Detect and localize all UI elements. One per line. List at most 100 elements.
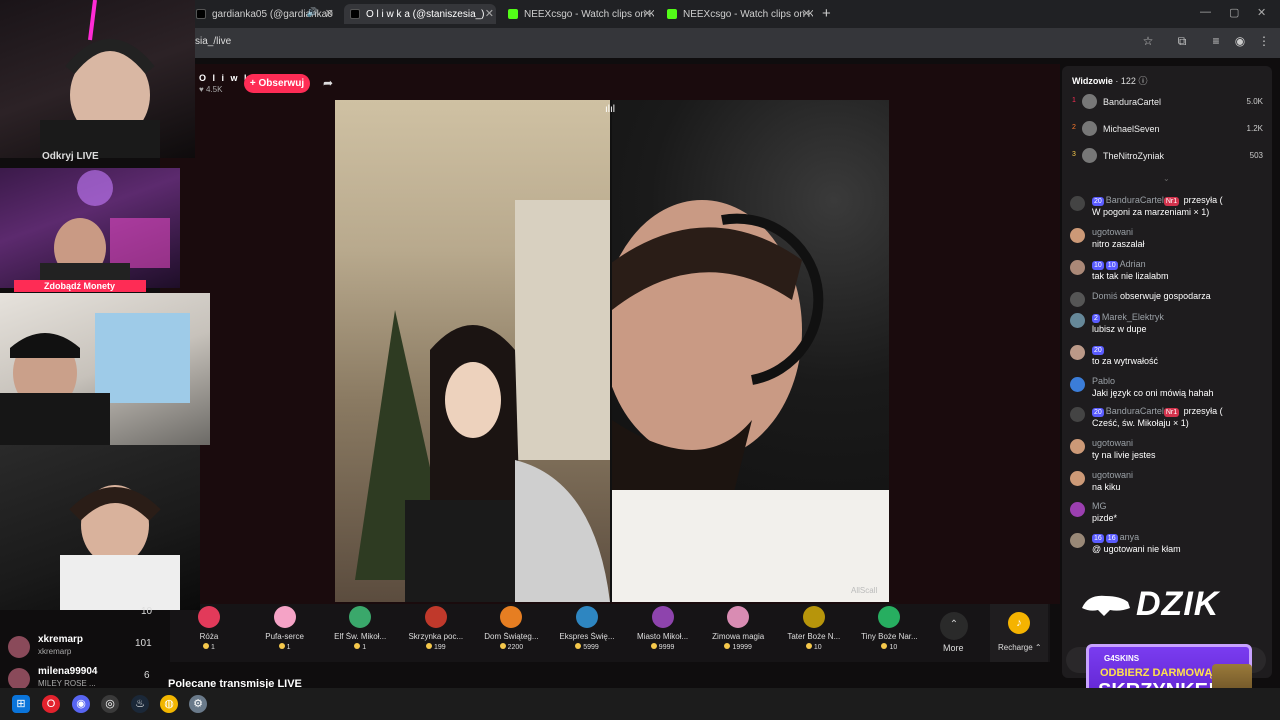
gift-item[interactable]: Pufa-serce 1 bbox=[248, 606, 322, 651]
avatar bbox=[1082, 94, 1097, 109]
maximize-icon[interactable]: ▢ bbox=[1229, 6, 1239, 19]
tab-title: NEEXcsgo - Watch clips on Kick bbox=[683, 8, 813, 20]
opera-icon[interactable]: O bbox=[42, 695, 60, 713]
media-icon[interactable]: ≡ bbox=[1208, 34, 1224, 50]
webcam-frame bbox=[60, 485, 180, 610]
steam-icon[interactable]: ♨ bbox=[131, 695, 149, 713]
minimize-icon[interactable]: — bbox=[1200, 6, 1211, 18]
more-gifts-button[interactable]: ⌃ bbox=[940, 612, 968, 640]
share-icon[interactable]: ➦ bbox=[323, 76, 333, 90]
tiktok-icon bbox=[350, 9, 360, 19]
audio-level-icon[interactable]: ılıl bbox=[605, 104, 615, 115]
gift-item[interactable]: Zimowa magia 19999 bbox=[701, 606, 775, 651]
coin-icon bbox=[354, 643, 361, 649]
extensions-icon[interactable]: ⧉ bbox=[1174, 34, 1190, 50]
chat-username[interactable]: ugotowani bbox=[1092, 438, 1133, 448]
coin-icon bbox=[499, 643, 506, 649]
gift-price-value: 5999 bbox=[583, 644, 599, 651]
discord-icon[interactable]: ◉ bbox=[72, 695, 90, 713]
gift-price: 1 bbox=[248, 643, 322, 651]
avatar[interactable] bbox=[1070, 377, 1085, 392]
close-tab-icon[interactable]: ✕ bbox=[325, 7, 334, 20]
info-icon[interactable]: ⓘ bbox=[1138, 76, 1147, 86]
avatar[interactable] bbox=[1070, 471, 1085, 486]
windows-start-icon[interactable]: ⊞ bbox=[12, 695, 30, 713]
profile-icon[interactable]: ◉ bbox=[1232, 34, 1248, 50]
guest-video-frame bbox=[612, 200, 889, 602]
video-host[interactable] bbox=[335, 100, 610, 602]
chat-text: W pogoni za marzeniami × 1) bbox=[1092, 207, 1210, 217]
leaderboard-value: 6 bbox=[144, 670, 150, 681]
chat-username[interactable]: anya bbox=[1120, 532, 1140, 542]
video-guest[interactable] bbox=[612, 100, 889, 602]
top-viewer-row[interactable]: 3 TheNitroZyniak 503 bbox=[1072, 148, 1267, 164]
chat-username[interactable]: Pablo bbox=[1092, 376, 1115, 386]
chat-username[interactable]: ugotowani bbox=[1092, 227, 1133, 237]
chrome-icon[interactable]: ◍ bbox=[160, 695, 178, 713]
gift-item[interactable]: Ekspres Świę... 5999 bbox=[550, 606, 624, 651]
gift-item[interactable]: Róża 1 bbox=[172, 606, 246, 651]
gift-item[interactable]: Miasto Mikoł... 9999 bbox=[626, 606, 700, 651]
chat-username[interactable]: MG bbox=[1092, 501, 1107, 511]
avatar[interactable] bbox=[1070, 260, 1085, 275]
boar-logo-icon bbox=[1082, 595, 1130, 616]
avatar[interactable] bbox=[1070, 313, 1085, 328]
chat-message: ugotowani na kiku bbox=[1068, 469, 1266, 493]
chat-text: nitro zaszalał bbox=[1092, 239, 1145, 249]
avatar[interactable] bbox=[1070, 533, 1085, 548]
avatar[interactable] bbox=[1070, 439, 1085, 454]
chat-username[interactable]: ugotowani bbox=[1092, 470, 1133, 480]
gift-item[interactable]: Dom Świąteg... 2200 bbox=[474, 606, 548, 651]
gift-item[interactable]: Tater Boże N... 10 bbox=[777, 606, 851, 651]
chat-message: 16 16 anya @ ugotowani nie kłam bbox=[1068, 531, 1266, 555]
menu-icon[interactable]: ⋮ bbox=[1256, 34, 1272, 50]
avatar[interactable] bbox=[1070, 345, 1085, 360]
chat-username[interactable]: Adrian bbox=[1120, 259, 1146, 269]
viewers-title: Widzowie bbox=[1072, 76, 1113, 86]
chat-username[interactable]: BanduraCartel bbox=[1106, 406, 1164, 416]
chat-username[interactable]: BanduraCartel bbox=[1106, 195, 1164, 205]
avatar[interactable] bbox=[1070, 228, 1085, 243]
viewer-score: 1.2K bbox=[1246, 124, 1263, 133]
webcam-overlay-2 bbox=[0, 168, 180, 288]
browser-tab-1[interactable]: gardianka05 (@gardianka0 🔊 ✕ bbox=[196, 4, 336, 24]
close-tab-icon[interactable]: ✕ bbox=[802, 7, 811, 20]
browser-tab-4[interactable]: NEEXcsgo - Watch clips on Kick ✕ bbox=[667, 4, 813, 24]
avatar[interactable] bbox=[1070, 407, 1085, 422]
gift-price-value: 9999 bbox=[658, 644, 675, 651]
chevron-down-icon[interactable]: ⌄ bbox=[1163, 174, 1170, 183]
obs-icon[interactable]: ◎ bbox=[101, 695, 119, 713]
avatar[interactable] bbox=[1070, 196, 1085, 211]
close-tab-icon[interactable]: ✕ bbox=[643, 7, 652, 20]
coin-icon[interactable]: ♪ bbox=[1008, 612, 1030, 634]
bookmark-star-icon[interactable]: ☆ bbox=[1140, 34, 1156, 50]
webcam-frame bbox=[0, 313, 190, 445]
settings-gear-icon[interactable]: ⚙ bbox=[189, 695, 207, 713]
follow-button[interactable]: + Obserwuj bbox=[244, 74, 310, 93]
viewer-rank: 1 bbox=[1072, 97, 1076, 104]
more-gifts-label[interactable]: More bbox=[943, 643, 964, 653]
chat-username[interactable]: Domiś bbox=[1092, 291, 1118, 301]
browser-tab-3[interactable]: NEEXcsgo - Watch clips on Kick ✕ bbox=[508, 4, 654, 24]
webcam-frame bbox=[40, 0, 160, 158]
gift-item[interactable]: Skrzynka poc... 199 bbox=[399, 606, 473, 651]
top-viewer-row[interactable]: 1 BanduraCartel 5.0K bbox=[1072, 94, 1267, 110]
recharge-button[interactable]: Recharge ⌃ bbox=[998, 643, 1042, 652]
chat-message: 20 BanduraCartel Nr1 przesyła (W pogoni za… bbox=[1068, 194, 1266, 218]
close-window-icon[interactable]: ✕ bbox=[1257, 6, 1266, 19]
leaderboard-value: 10 bbox=[141, 606, 153, 617]
avatar[interactable] bbox=[1070, 292, 1085, 307]
leaderboard-name: milena99904 bbox=[38, 666, 98, 677]
new-tab-button[interactable]: + bbox=[822, 5, 831, 22]
url-text[interactable]: sia_/live bbox=[195, 36, 231, 47]
chat-text: Cześć, św. Mikołaju × 1) bbox=[1092, 418, 1189, 428]
gift-item[interactable]: Tiny Boże Nar... 10 bbox=[852, 606, 926, 651]
gift-item[interactable]: Elf Św. Mikoł... 1 bbox=[323, 606, 397, 651]
get-coins-banner[interactable]: Zdobądź Monety bbox=[14, 280, 146, 292]
browser-tab-2[interactable]: O l i w k a (@staniszesia_) ✕ bbox=[344, 4, 496, 24]
avatar[interactable] bbox=[1070, 502, 1085, 517]
gift-icon bbox=[651, 606, 674, 628]
chat-username[interactable]: Marek_Elektryk bbox=[1102, 312, 1164, 322]
top-viewer-row[interactable]: 2 MichaelSeven 1.2K bbox=[1072, 121, 1267, 137]
close-tab-icon[interactable]: ✕ bbox=[485, 7, 494, 20]
